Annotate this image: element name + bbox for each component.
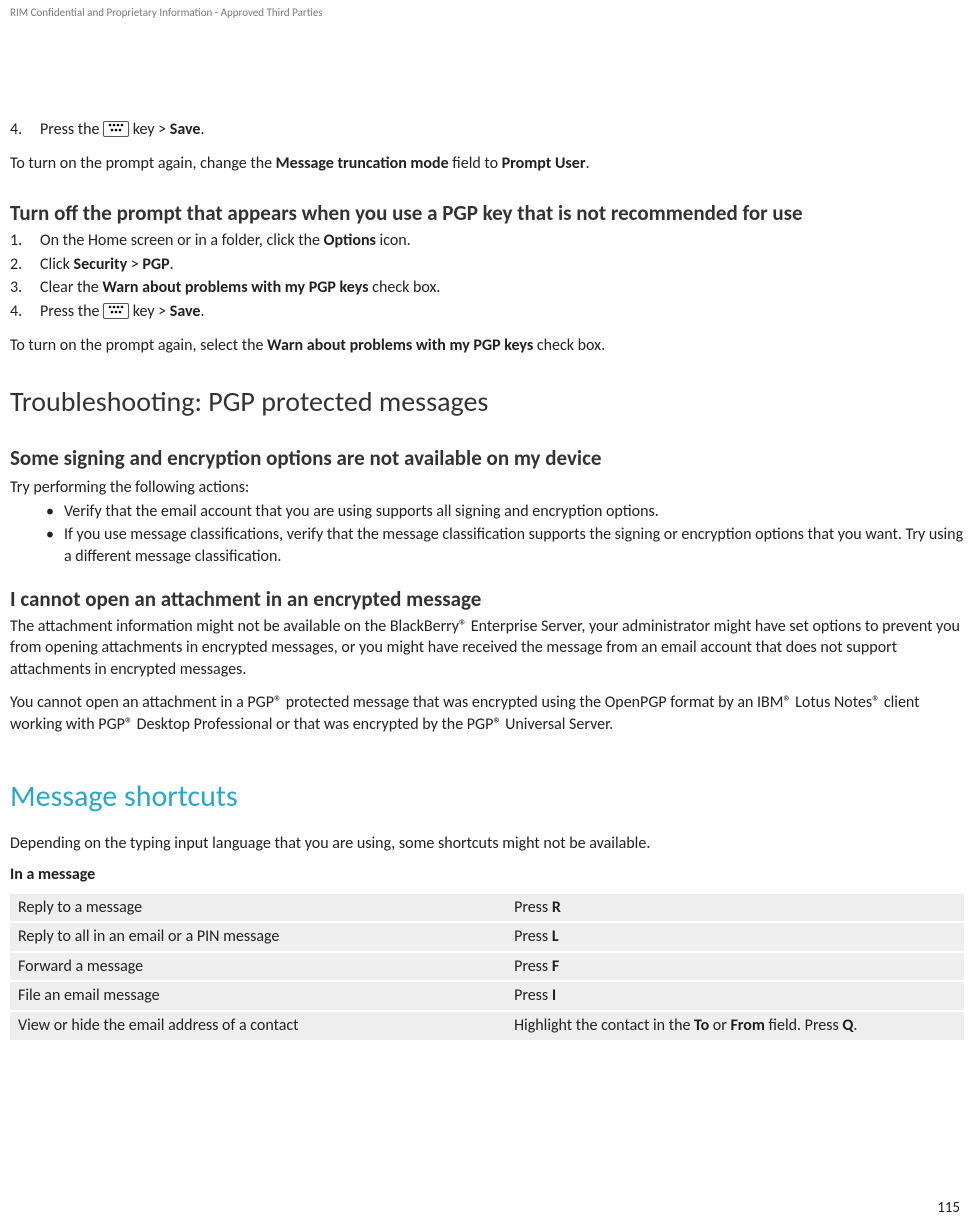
- heading-message-shortcuts: Message shortcuts: [10, 778, 964, 815]
- bold: Warn about problems with my PGP keys: [267, 336, 533, 355]
- heading-cannot-open: I cannot open an attachment in an encryp…: [10, 586, 964, 612]
- step-1: 1. On the Home screen or in a folder, cl…: [10, 230, 964, 252]
- shortcuts-table: Reply to a message Press R Reply to all …: [10, 894, 964, 1042]
- heading-turn-off-prompt: Turn off the prompt that appears when yo…: [10, 200, 964, 226]
- bold: L: [552, 927, 559, 946]
- heading-troubleshooting: Troubleshooting: PGP protected messages: [10, 384, 964, 419]
- table-row: Reply to all in an email or a PIN messag…: [10, 922, 964, 952]
- text: .: [170, 255, 174, 274]
- step-text: Clear the Warn about problems with my PG…: [40, 277, 964, 299]
- step-number: 2.: [10, 254, 40, 276]
- bullet-item: If you use message classifications, veri…: [46, 524, 964, 567]
- text: check box.: [369, 278, 441, 297]
- step-4: 4. Press the key > Save.: [10, 301, 964, 323]
- text: check box.: [533, 336, 605, 355]
- bold: Q: [842, 1016, 853, 1035]
- text: .: [200, 120, 204, 139]
- bold: Security: [74, 255, 128, 274]
- text: .: [853, 1016, 857, 1035]
- step-text: Click Security > PGP.: [40, 254, 964, 276]
- step-text: Press the key > Save.: [40, 301, 964, 323]
- bullet-list: Verify that the email account that you a…: [46, 501, 964, 568]
- table-row: Forward a message Press F: [10, 952, 964, 982]
- text: key >: [133, 302, 170, 321]
- shortcut-action: View or hide the email address of a cont…: [10, 1011, 506, 1041]
- text: field. Press: [765, 1016, 843, 1035]
- text: To turn on the prompt again, select the: [10, 336, 267, 355]
- shortcut-action: File an email message: [10, 981, 506, 1011]
- note-para: To turn on the prompt again, select the …: [10, 335, 964, 357]
- step-number: 4.: [10, 301, 40, 323]
- shortcut-key: Press F: [506, 952, 964, 982]
- confidential-header: RIM Confidential and Proprietary Informa…: [10, 6, 964, 19]
- note-para: To turn on the prompt again, change the …: [10, 153, 964, 175]
- text: .: [200, 302, 204, 321]
- shortcut-key: Press R: [506, 894, 964, 923]
- heading-signing-options: Some signing and encryption options are …: [10, 445, 964, 471]
- text: Press: [514, 898, 552, 917]
- text: Click: [40, 255, 74, 274]
- steps-a: 1. On the Home screen or in a folder, cl…: [10, 230, 964, 322]
- step-3: 3. Clear the Warn about problems with my…: [10, 277, 964, 299]
- text: Press: [514, 927, 552, 946]
- bold: To: [694, 1016, 709, 1035]
- lead-para: Depending on the typing input language t…: [10, 833, 964, 855]
- shortcut-action: Reply to all in an email or a PIN messag…: [10, 922, 506, 952]
- text: .: [586, 154, 590, 173]
- shortcut-action: Reply to a message: [10, 894, 506, 923]
- bullet-item: Verify that the email account that you a…: [46, 501, 964, 523]
- text: Press: [514, 957, 552, 976]
- bold: Message truncation mode: [276, 154, 449, 173]
- text: key >: [133, 120, 170, 139]
- bold: I: [552, 986, 556, 1005]
- shortcut-key: Press L: [506, 922, 964, 952]
- table-row: File an email message Press I: [10, 981, 964, 1011]
- menu-key-icon: [103, 121, 129, 137]
- shortcut-key: Press I: [506, 981, 964, 1011]
- step-list-top: 4. Press the key > Save.: [10, 119, 964, 141]
- body-para: You cannot open an attachment in a PGP® …: [10, 692, 964, 735]
- bold: R: [552, 898, 561, 917]
- menu-key-icon: [103, 303, 129, 319]
- text: Clear the: [40, 278, 102, 297]
- bold: F: [552, 957, 559, 976]
- text: icon.: [376, 231, 411, 250]
- text: Press: [514, 986, 552, 1005]
- lead-para: Try performing the following actions:: [10, 477, 964, 499]
- step-number: 1.: [10, 230, 40, 252]
- bold: PGP: [142, 255, 169, 274]
- body-para: The attachment information might not be …: [10, 616, 964, 681]
- text: To turn on the prompt again, change the: [10, 154, 276, 173]
- bold: Save: [170, 302, 201, 321]
- step-number: 4.: [10, 119, 40, 141]
- step-number: 3.: [10, 277, 40, 299]
- step-text: Press the key > Save.: [40, 119, 964, 141]
- text: or: [709, 1016, 730, 1035]
- step-2: 2. Click Security > PGP.: [10, 254, 964, 276]
- bold: Prompt User: [502, 154, 586, 173]
- page-number: 115: [937, 1199, 960, 1217]
- step-4: 4. Press the key > Save.: [10, 119, 964, 141]
- shortcut-action: Forward a message: [10, 952, 506, 982]
- step-text: On the Home screen or in a folder, click…: [40, 230, 964, 252]
- bold: Warn about problems with my PGP keys: [102, 278, 368, 297]
- table-row: Reply to a message Press R: [10, 894, 964, 923]
- text: On the Home screen or in a folder, click…: [40, 231, 324, 250]
- bold: Options: [324, 231, 376, 250]
- text: Highlight the contact in the: [514, 1016, 694, 1035]
- text: >: [127, 255, 142, 274]
- table-row: View or hide the email address of a cont…: [10, 1011, 964, 1041]
- bold: From: [730, 1016, 764, 1035]
- text: Press the: [40, 302, 103, 321]
- subhead: In a message: [10, 864, 964, 886]
- text: Press the: [40, 120, 103, 139]
- shortcut-key: Highlight the contact in the To or From …: [506, 1011, 964, 1041]
- bold: Save: [170, 120, 201, 139]
- text: field to: [449, 154, 502, 173]
